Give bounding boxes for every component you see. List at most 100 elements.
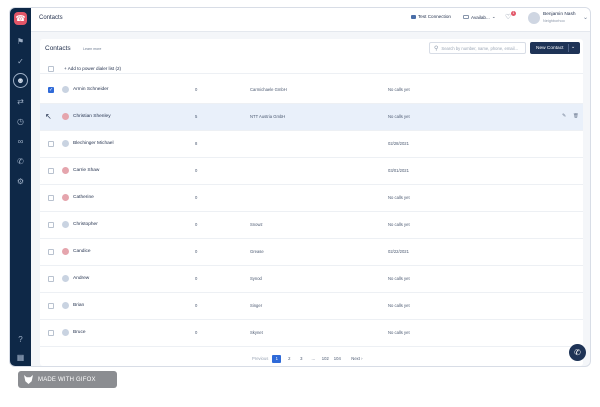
row-checkbox[interactable] xyxy=(48,303,54,309)
contact-company: Singer xyxy=(250,303,263,308)
new-contact-button[interactable]: New Contact ⌄ xyxy=(530,42,580,54)
contact-count: 0 xyxy=(195,195,198,200)
settings-gear-icon[interactable]: ⚙ xyxy=(15,176,26,187)
row-checkbox[interactable] xyxy=(48,249,54,255)
table-row[interactable]: Christopher 0 Snowz No calls yet xyxy=(40,212,583,239)
contact-name[interactable]: Bruce xyxy=(73,330,86,335)
notification-badge: 1 xyxy=(511,11,516,16)
row-checkbox[interactable] xyxy=(48,276,54,282)
check-circle-icon[interactable]: ✓ xyxy=(15,56,26,67)
contact-count: 0 xyxy=(195,276,198,281)
page-3-button[interactable]: 3 xyxy=(297,355,305,363)
row-checkbox[interactable] xyxy=(48,330,54,336)
contact-company: Grease xyxy=(250,249,264,254)
learn-more-link[interactable]: Learn more xyxy=(83,47,101,51)
next-page-button[interactable]: Next › xyxy=(351,355,362,363)
notifications-bell-icon[interactable]: ♡ 1 xyxy=(505,11,516,23)
contacts-search[interactable]: ⚲ xyxy=(429,42,526,54)
flag-icon[interactable]: ⚑ xyxy=(15,36,26,47)
contact-name[interactable]: Armin Schneider xyxy=(73,87,108,92)
last-call: No calls yet xyxy=(388,114,410,119)
contact-name[interactable]: Christopher xyxy=(73,222,98,227)
page-104-button[interactable]: 104 xyxy=(333,355,341,363)
table-row[interactable]: Catherine 0 No calls yet xyxy=(40,185,583,212)
page-ellipsis: ... xyxy=(311,356,316,361)
pointer-cursor-icon: ↖ xyxy=(45,112,52,121)
chevron-down-icon[interactable]: ⌄ xyxy=(571,44,575,50)
gifox-watermark: MADE WITH GIFOX xyxy=(18,371,117,388)
row-checkbox[interactable] xyxy=(48,222,54,228)
fox-logo-icon xyxy=(24,375,33,384)
table-row[interactable]: Carrie Shaw 0 03/01/2021 xyxy=(40,158,583,185)
availability-dropdown[interactable]: Availab... ⌄ xyxy=(463,14,496,20)
last-call: No calls yet xyxy=(388,87,410,92)
select-all-checkbox[interactable] xyxy=(48,66,54,72)
contact-name[interactable]: Catherine xyxy=(73,195,94,200)
contact-company: Carmichaele GmbH xyxy=(250,87,287,92)
previous-page-button[interactable]: Previous xyxy=(252,355,268,363)
last-call: No calls yet xyxy=(388,330,410,335)
row-checkbox[interactable] xyxy=(48,195,54,201)
contact-name[interactable]: Christian Shenley xyxy=(73,114,111,119)
last-call: No calls yet xyxy=(388,195,410,200)
avatar xyxy=(62,140,69,147)
test-connection-button[interactable]: Test Connection xyxy=(411,14,451,19)
user-menu-chevron-icon[interactable]: ⌄ xyxy=(583,14,588,21)
search-icon: ⚲ xyxy=(434,45,439,52)
dialer-phone-button[interactable]: ✆ xyxy=(569,344,586,361)
call-routing-icon[interactable]: ⇄ xyxy=(15,96,26,107)
table-row[interactable]: ↖ Christian Shenley 5 NTT Austria GmbH No ca… xyxy=(40,104,583,131)
last-call: No calls yet xyxy=(388,276,410,281)
table-row[interactable]: Candice 0 Grease 02/22/2021 xyxy=(40,239,583,266)
page-2-button[interactable]: 2 xyxy=(285,355,293,363)
contact-name[interactable]: Andrew xyxy=(73,276,89,281)
last-call: No calls yet xyxy=(388,222,410,227)
row-checkbox[interactable] xyxy=(48,168,54,174)
table-row[interactable]: Brian 0 Singer No calls yet xyxy=(40,293,583,320)
contact-count: 0 xyxy=(195,249,198,254)
last-call: 02/28/2021 xyxy=(388,141,409,146)
add-to-dialer-link[interactable]: + Add to power dialer list (2) xyxy=(64,66,121,71)
contact-company: Skynet xyxy=(250,330,263,335)
table-row[interactable]: Blechinger Michael 8 02/28/2021 xyxy=(40,131,583,158)
help-icon[interactable]: ? xyxy=(15,334,26,345)
contact-count: 8 xyxy=(195,141,198,146)
contact-count: 0 xyxy=(195,168,198,173)
page-title: Contacts xyxy=(39,15,63,21)
contact-name[interactable]: Blechinger Michael xyxy=(73,141,114,146)
page-1-button[interactable]: 1 xyxy=(272,355,282,363)
edit-icon[interactable]: ✎ xyxy=(562,113,566,119)
page-102-button[interactable]: 102 xyxy=(321,355,329,363)
contacts-panel: Contacts Learn more ⚲ New Contact ⌄ + Ad… xyxy=(40,39,583,366)
connection-icon xyxy=(411,14,416,19)
search-input[interactable] xyxy=(441,45,522,51)
history-clock-icon[interactable]: ◷ xyxy=(15,116,26,127)
user-avatar[interactable] xyxy=(528,12,540,24)
contacts-icon[interactable]: ☻ xyxy=(13,73,28,88)
table-row[interactable]: Bruce 0 Skynet No calls yet xyxy=(40,320,583,347)
contacts-heading: Contacts xyxy=(45,45,71,52)
last-call: 02/22/2021 xyxy=(388,249,409,254)
row-checkbox[interactable] xyxy=(48,141,54,147)
voicemail-icon[interactable]: ∞ xyxy=(15,136,26,147)
button-divider xyxy=(568,44,569,52)
contact-name[interactable]: Carrie Shaw xyxy=(73,168,99,173)
app-window: ☎ ⚑ ✓ ☻ ⇄ ◷ ∞ ✆ ⚙ ? ▦ Contacts Test Conn… xyxy=(9,7,591,367)
contact-name[interactable]: Brian xyxy=(73,303,84,308)
table-row[interactable]: ✓ Armin Schneider 0 Carmichaele GmbH No call… xyxy=(40,77,583,104)
contact-count: 0 xyxy=(195,303,198,308)
new-contact-label: New Contact xyxy=(536,45,564,51)
table-row[interactable]: Andrew 0 Synod No calls yet xyxy=(40,266,583,293)
row-checkbox[interactable]: ✓ xyxy=(48,87,54,93)
avatar xyxy=(62,167,69,174)
delete-icon[interactable]: 🗑 xyxy=(573,113,579,119)
contact-company: Synod xyxy=(250,276,262,281)
app-logo-phone-icon[interactable]: ☎ xyxy=(14,12,27,25)
availability-label: Availab... xyxy=(471,14,490,20)
avatar xyxy=(62,194,69,201)
apps-grid-icon[interactable]: ▦ xyxy=(15,352,26,363)
contact-company: Snowz xyxy=(250,222,263,227)
phone-forward-icon[interactable]: ✆ xyxy=(15,156,26,167)
avatar xyxy=(62,248,69,255)
contact-name[interactable]: Candice xyxy=(73,249,91,254)
